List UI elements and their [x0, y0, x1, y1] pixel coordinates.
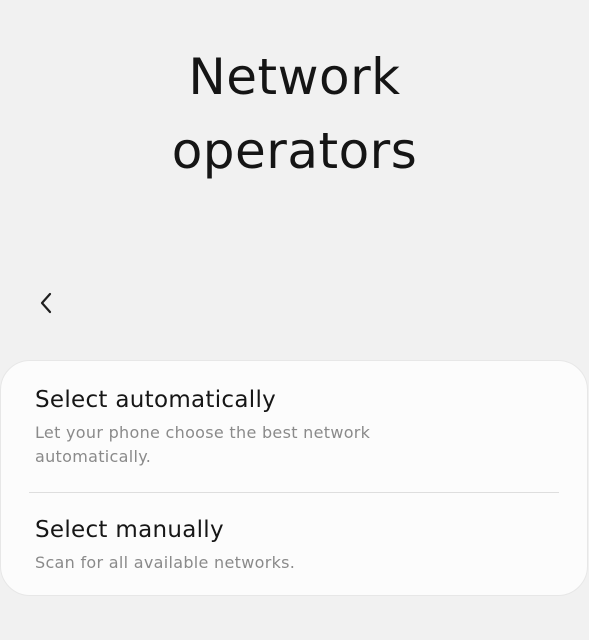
- chevron-left-icon: [40, 292, 52, 314]
- select-automatically-description: Let your phone choose the best network a…: [35, 423, 371, 466]
- page-title: Network operators: [0, 40, 589, 188]
- option-divider: [29, 492, 559, 493]
- select-manually-description: Scan for all available networks.: [35, 553, 296, 572]
- select-automatically-option[interactable]: Select automatically Let your phone choo…: [1, 381, 587, 493]
- page-title-line-1: Network: [188, 48, 401, 106]
- select-manually-option[interactable]: Select manually Scan for all available n…: [1, 511, 587, 591]
- network-options-card: Select automatically Let your phone choo…: [0, 360, 588, 596]
- select-automatically-title: Select automatically: [35, 387, 277, 413]
- select-manually-title: Select manually: [35, 517, 224, 543]
- page-title-line-2: operators: [171, 122, 418, 180]
- back-button[interactable]: [28, 284, 64, 322]
